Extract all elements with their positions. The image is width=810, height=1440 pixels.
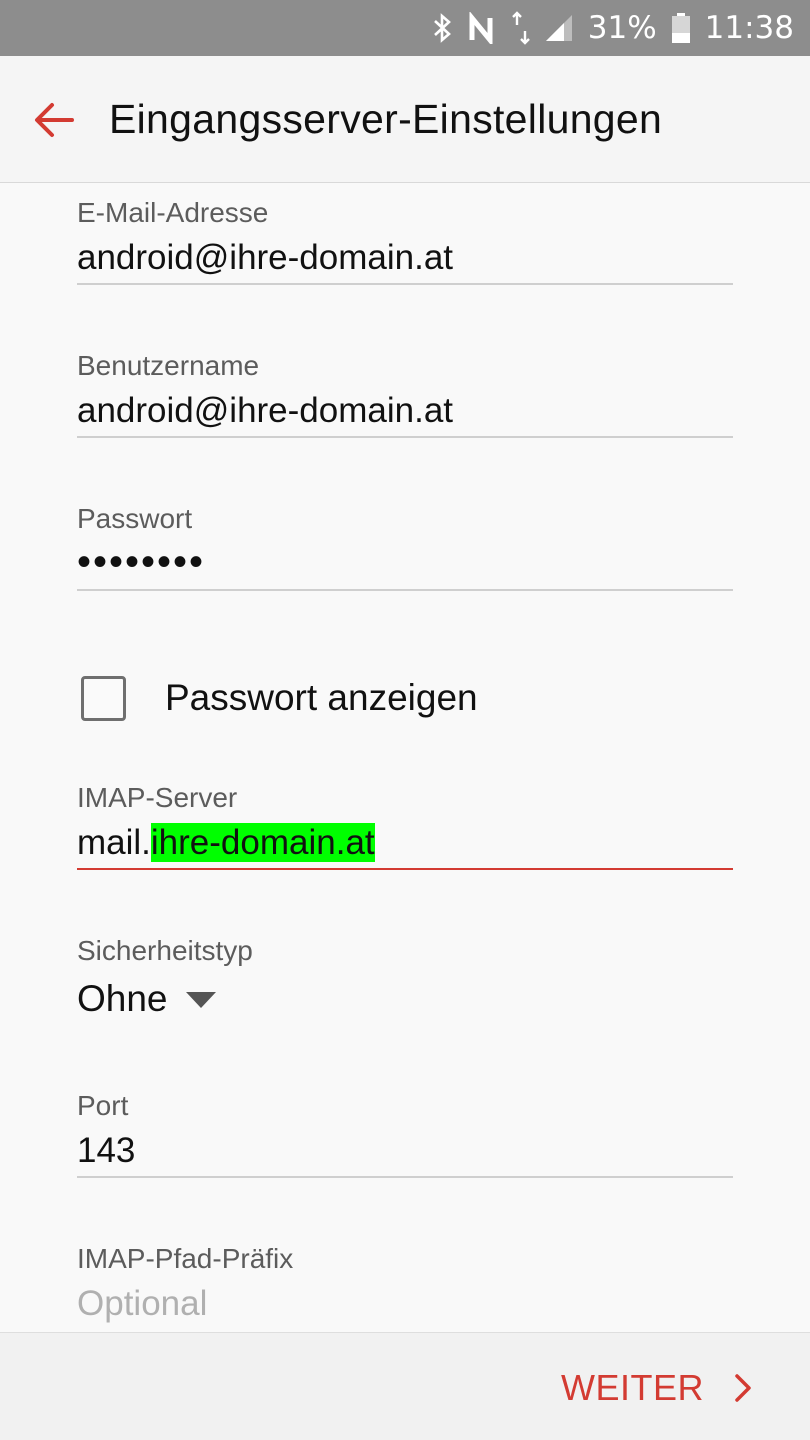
show-password-label: Passwort anzeigen [165, 677, 478, 718]
port-field[interactable]: 143 [77, 1124, 733, 1178]
imap-server-label: IMAP-Server [77, 782, 238, 813]
status-bar: 31% 11:38 [0, 0, 810, 56]
security-type-label: Sicherheitstyp [77, 935, 253, 966]
battery-percentage: 31% [587, 10, 657, 46]
next-button[interactable]: WEITER [561, 1363, 752, 1413]
page-title: Eingangsserver-Einstellungen [109, 96, 663, 142]
imap-prefix-field[interactable]: Optional [77, 1277, 733, 1331]
clock: 11:38 [704, 10, 794, 46]
email-field[interactable]: android@ihre-domain.at [77, 231, 733, 285]
next-button-label: WEITER [561, 1367, 704, 1408]
app-bar: Eingangsserver-Einstellungen [0, 56, 810, 183]
password-label: Passwort [77, 503, 193, 534]
back-button[interactable] [28, 94, 80, 146]
arrow-left-icon [35, 103, 74, 137]
imap-server-field[interactable]: mail.ihre-domain.at [77, 816, 733, 870]
bluetooth-icon [432, 12, 454, 44]
battery-icon [671, 12, 691, 44]
port-label: Port [77, 1090, 129, 1121]
password-field[interactable]: •••••••• [77, 537, 733, 591]
bottom-bar: WEITER [0, 1332, 810, 1440]
settings-form: E-Mail-Adresse android@ihre-domain.at Be… [0, 183, 810, 1332]
data-arrows-icon [511, 11, 530, 45]
username-label: Benutzername [77, 350, 260, 381]
imap-prefix-field-group: IMAP-Pfad-Präfix Optional [77, 1241, 733, 1331]
nfc-icon [468, 12, 498, 44]
security-type-field-group: Sicherheitstyp Ohne [77, 933, 733, 1029]
dropdown-arrow-icon [185, 992, 216, 1008]
email-field-group: E-Mail-Adresse android@ihre-domain.at [77, 195, 733, 285]
password-field-group: Passwort •••••••• [77, 501, 733, 591]
chevron-right-icon [734, 1373, 752, 1403]
security-type-select[interactable]: Ohne [77, 969, 733, 1029]
username-field-group: Benutzername android@ihre-domain.at [77, 348, 733, 438]
signal-icon [544, 13, 574, 43]
security-type-value: Ohne [77, 978, 168, 1019]
imap-server-field-group: IMAP-Server mail.ihre-domain.at [77, 780, 733, 870]
show-password-toggle[interactable]: Passwort anzeigen [81, 673, 478, 723]
username-field[interactable]: android@ihre-domain.at [77, 384, 733, 438]
imap-server-domain-highlight: ihre-domain.at [150, 823, 375, 862]
port-field-group: Port 143 [77, 1088, 733, 1178]
imap-prefix-label: IMAP-Pfad-Präfix [77, 1243, 294, 1274]
email-label: E-Mail-Adresse [77, 197, 269, 228]
imap-server-prefix: mail. [77, 823, 151, 862]
show-password-checkbox[interactable] [81, 675, 126, 721]
